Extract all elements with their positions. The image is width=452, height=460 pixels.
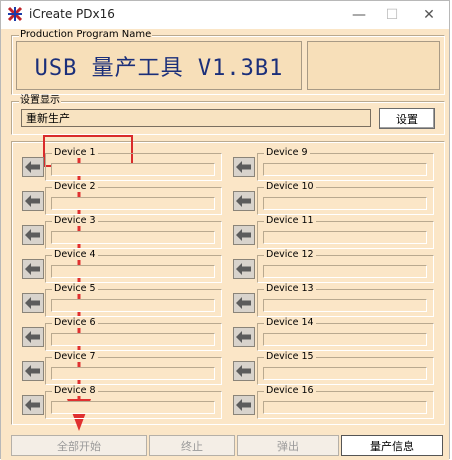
device-status-field <box>263 265 427 278</box>
device-status-field <box>51 163 215 176</box>
device-eject-arrow-button[interactable] <box>22 395 44 415</box>
window-title: iCreate PDx16 <box>29 7 115 21</box>
left-arrow-icon <box>25 399 40 411</box>
device-label: Device 16 <box>264 385 316 396</box>
device-slot: Device 9 <box>257 147 434 181</box>
device-label: Device 4 <box>52 249 98 260</box>
left-arrow-icon <box>236 365 251 377</box>
device-label: Device 9 <box>264 147 310 158</box>
device-status-field <box>263 367 427 380</box>
device-slot: Device 10 <box>257 181 434 215</box>
device-eject-arrow-button[interactable] <box>22 259 44 279</box>
device-eject-arrow-button[interactable] <box>22 361 44 381</box>
device-status-field <box>263 197 427 210</box>
device-slot: Device 13 <box>257 283 434 317</box>
app-window: iCreate PDx16 — ☐ ✕ Production Program N… <box>0 0 450 460</box>
device-slot: Device 2 <box>45 181 222 215</box>
device-label: Device 10 <box>264 181 316 192</box>
device-label: Device 14 <box>264 317 316 328</box>
device-status-field <box>51 299 215 312</box>
left-arrow-icon <box>236 263 251 275</box>
device-eject-arrow-button[interactable] <box>233 361 255 381</box>
device-slot: Device 6 <box>45 317 222 351</box>
device-label: Device 5 <box>52 283 98 294</box>
close-button[interactable]: ✕ <box>407 1 451 29</box>
config-display-field: 重新生产 <box>21 109 371 127</box>
device-label: Device 13 <box>264 283 316 294</box>
left-arrow-icon <box>236 195 251 207</box>
device-status-field <box>51 401 215 414</box>
device-label: Device 2 <box>52 181 98 192</box>
left-arrow-icon <box>236 297 251 309</box>
left-arrow-icon <box>25 161 40 173</box>
production-name-panel: USB 量产工具 V1.3B1 <box>16 41 302 90</box>
device-status-field <box>263 299 427 312</box>
eject-button[interactable]: 弹出 <box>237 435 339 456</box>
device-eject-arrow-button[interactable] <box>233 395 255 415</box>
device-slot: Device 12 <box>257 249 434 283</box>
device-label: Device 8 <box>52 385 98 396</box>
device-slot: Device 8 <box>45 385 222 419</box>
device-status-field <box>51 367 215 380</box>
device-label: Device 11 <box>264 215 316 226</box>
device-slot: Device 14 <box>257 317 434 351</box>
production-label: Production Program Name <box>19 29 153 40</box>
device-eject-arrow-button[interactable] <box>22 191 44 211</box>
production-side-panel <box>307 41 440 90</box>
app-logo-icon <box>7 6 23 22</box>
device-eject-arrow-button[interactable] <box>233 259 255 279</box>
device-status-field <box>263 163 427 176</box>
left-arrow-icon <box>25 365 40 377</box>
device-eject-arrow-button[interactable] <box>233 191 255 211</box>
device-eject-arrow-button[interactable] <box>233 327 255 347</box>
left-arrow-icon <box>25 263 40 275</box>
device-slot: Device 3 <box>45 215 222 249</box>
device-label: Device 1 <box>52 147 98 158</box>
stop-button[interactable]: 终止 <box>149 435 235 456</box>
production-name: USB 量产工具 V1.3B1 <box>34 55 284 81</box>
device-slot: Device 11 <box>257 215 434 249</box>
device-eject-arrow-button[interactable] <box>22 225 44 245</box>
device-label: Device 15 <box>264 351 316 362</box>
device-eject-arrow-button[interactable] <box>22 157 44 177</box>
config-label: 设置显示 <box>19 95 61 106</box>
device-slot: Device 5 <box>45 283 222 317</box>
device-slot: Device 4 <box>45 249 222 283</box>
device-eject-arrow-button[interactable] <box>22 293 44 313</box>
client-area: Production Program Name USB 量产工具 V1.3B1 … <box>1 29 449 460</box>
left-arrow-icon <box>25 297 40 309</box>
device-status-field <box>51 333 215 346</box>
left-arrow-icon <box>25 195 40 207</box>
device-slot: Device 16 <box>257 385 434 419</box>
device-eject-arrow-button[interactable] <box>233 293 255 313</box>
left-arrow-icon <box>236 331 251 343</box>
production-info-button[interactable]: 量产信息 <box>341 435 443 456</box>
device-label: Device 12 <box>264 249 316 260</box>
device-status-field <box>51 231 215 244</box>
device-label: Device 7 <box>52 351 98 362</box>
title-bar: iCreate PDx16 — ☐ ✕ <box>1 1 449 29</box>
device-eject-arrow-button[interactable] <box>233 225 255 245</box>
left-arrow-icon <box>25 331 40 343</box>
device-slot: Device 15 <box>257 351 434 385</box>
device-status-field <box>263 231 427 244</box>
device-label: Device 3 <box>52 215 98 226</box>
left-arrow-icon <box>236 399 251 411</box>
device-label: Device 6 <box>52 317 98 328</box>
device-slot: Device 1 <box>45 147 222 181</box>
device-slot: Device 7 <box>45 351 222 385</box>
device-status-field <box>51 197 215 210</box>
device-status-field <box>263 333 427 346</box>
left-arrow-icon <box>25 229 40 241</box>
settings-button[interactable]: 设置 <box>379 108 435 129</box>
device-status-field <box>51 265 215 278</box>
device-status-field <box>263 401 427 414</box>
device-eject-arrow-button[interactable] <box>233 157 255 177</box>
left-arrow-icon <box>236 229 251 241</box>
left-arrow-icon <box>236 161 251 173</box>
device-eject-arrow-button[interactable] <box>22 327 44 347</box>
start-all-button[interactable]: 全部开始 <box>11 435 147 456</box>
